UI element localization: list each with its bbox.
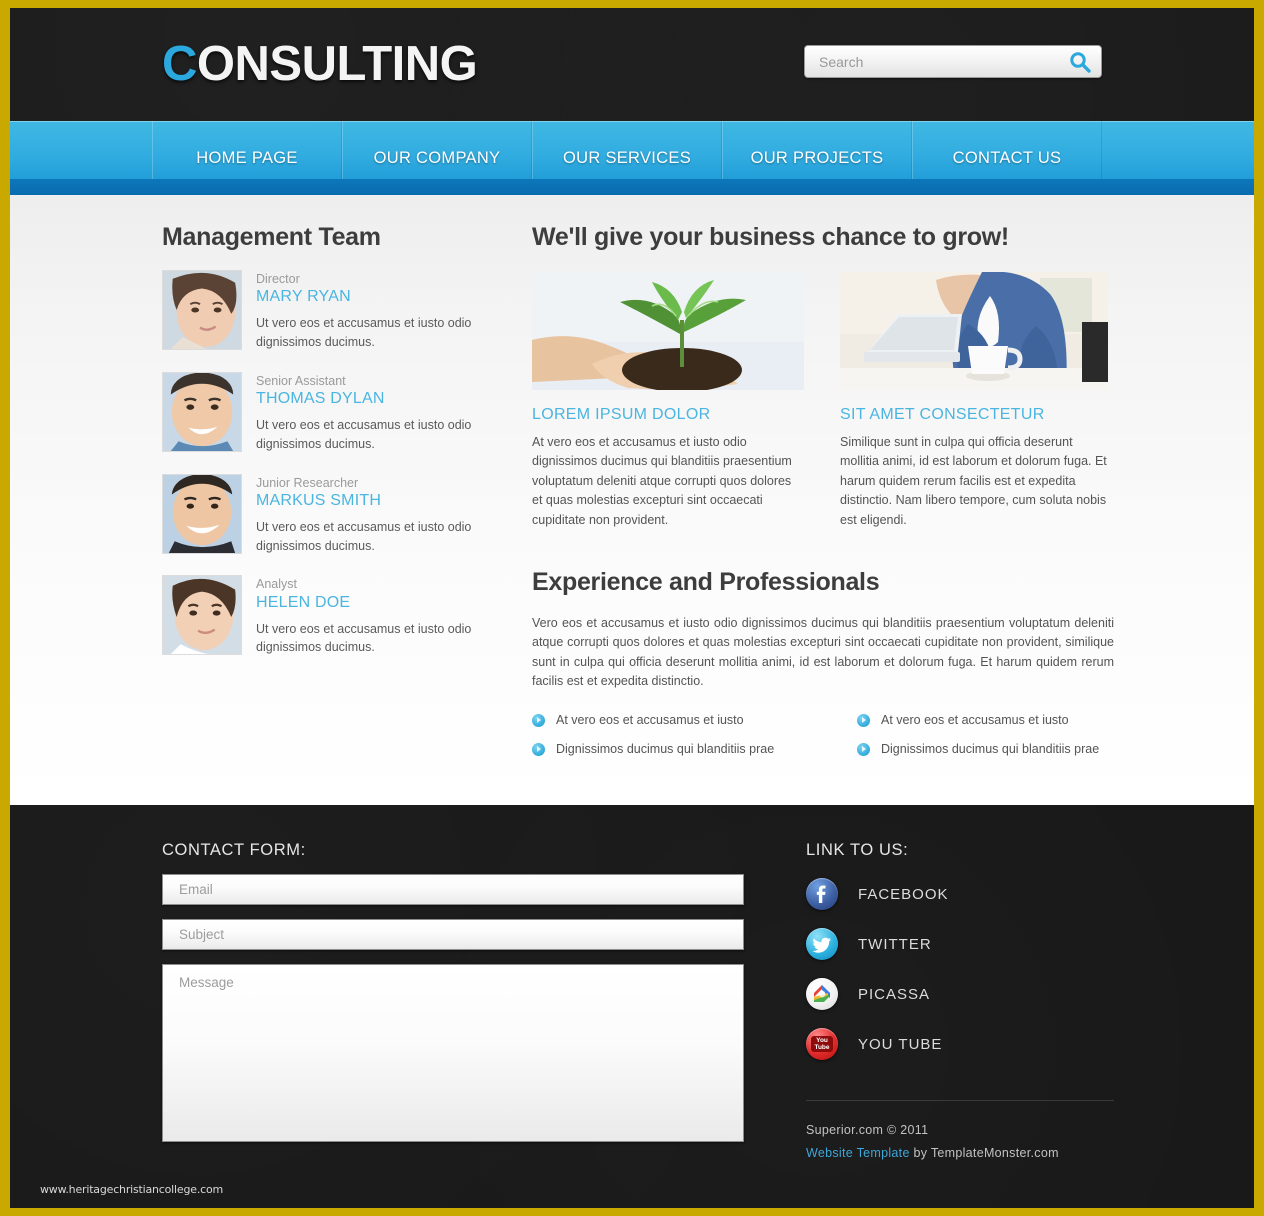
youtube-badge: You Tube: [811, 1036, 833, 1052]
promo-card: SIT AMET CONSECTETUR Similique sunt in c…: [840, 272, 1108, 530]
site-header: CONSULTING: [10, 8, 1254, 121]
website-template-link[interactable]: Website Template: [806, 1146, 910, 1160]
list-item[interactable]: At vero eos et accusamus et iusto: [857, 713, 1114, 727]
footer-divider: [806, 1100, 1114, 1101]
nav-bottom-bar: [10, 179, 1254, 195]
contact-form: CONTACT FORM:: [162, 805, 744, 1142]
avatar: [162, 575, 242, 656]
list-item-label: At vero eos et accusamus et iusto: [556, 713, 744, 728]
sidebar-title: Management Team: [162, 223, 381, 251]
list-item-label: Dignissimos ducimus qui blanditiis prae: [881, 742, 1100, 757]
member-name[interactable]: HELEN DOE: [256, 594, 474, 612]
list-item[interactable]: At vero eos et accusamus et iusto: [532, 713, 857, 727]
bullet-arrow-icon: [857, 742, 870, 756]
member-description: Ut vero eos et accusamus et iusto odio d…: [256, 519, 472, 553]
twitter-icon: [806, 928, 838, 960]
template-credit-rest: by TemplateMonster.com: [909, 1146, 1059, 1160]
social-label: TWITTER: [858, 935, 932, 953]
social-link-picassa[interactable]: PICASSA: [806, 978, 1114, 1010]
logo-initial: C: [162, 37, 197, 91]
watermark-text: www.heritagechristiancollege.com: [40, 1183, 224, 1196]
experience-text: Vero eos et accusamus et iusto odio dign…: [532, 615, 1114, 688]
team-member: Director MARY RYAN Ut vero eos et accusa…: [162, 270, 474, 352]
page-title: We'll give your business chance to grow!: [532, 223, 1009, 251]
facebook-icon: [806, 878, 838, 910]
bullet-column-right: At vero eos et accusamus et iusto Dignis…: [857, 713, 1114, 771]
contact-form-title: CONTACT FORM:: [162, 841, 306, 859]
social-label: YOU TUBE: [858, 1035, 943, 1053]
search-input[interactable]: [819, 46, 1059, 77]
bullet-column-left: At vero eos et accusamus et iusto Dignis…: [532, 713, 857, 771]
member-description: Ut vero eos et accusamus et iusto odio d…: [256, 621, 472, 655]
promo-columns: LOREM IPSUM DOLOR At vero eos et accusam…: [532, 272, 1114, 530]
list-item-label: Dignissimos ducimus qui blanditiis prae: [556, 742, 775, 757]
site-footer: CONTACT FORM: LINK TO US: FACEBOOK: [10, 805, 1254, 1208]
promo-text: Similique sunt in culpa qui officia dese…: [840, 435, 1107, 527]
bullet-arrow-icon: [532, 713, 545, 727]
avatar: [162, 270, 242, 350]
social-link-twitter[interactable]: TWITTER: [806, 928, 1114, 960]
member-name[interactable]: MARKUS SMITH: [256, 492, 474, 510]
team-member: Senior Assistant THOMAS DYLAN Ut vero eo…: [162, 371, 474, 454]
link-to-us-panel: LINK TO US: FACEBOOK TWITTER PICASSA You…: [806, 805, 1114, 1160]
social-label: FACEBOOK: [858, 885, 949, 903]
list-item-label: At vero eos et accusamus et iusto: [881, 713, 1069, 728]
youtube-icon: You Tube: [806, 1028, 838, 1060]
member-role: Analyst: [256, 577, 297, 592]
promo-card: LOREM IPSUM DOLOR At vero eos et accusam…: [532, 272, 804, 530]
site-logo[interactable]: CONSULTING: [162, 36, 478, 92]
avatar: [162, 473, 242, 554]
picassa-icon: [806, 978, 838, 1010]
member-name[interactable]: THOMAS DYLAN: [256, 390, 474, 408]
bullet-arrow-icon: [532, 742, 545, 756]
search-icon: [1070, 52, 1091, 73]
promo-title[interactable]: SIT AMET CONSECTETUR: [840, 406, 1108, 424]
social-label: PICASSA: [858, 985, 931, 1003]
search-box[interactable]: [804, 45, 1102, 78]
member-role: Junior Researcher: [256, 475, 359, 490]
bullet-arrow-icon: [857, 713, 870, 727]
team-member: Junior Researcher MARKUS SMITH Ut vero e…: [162, 473, 474, 556]
logo-text: ONSULTING: [196, 37, 478, 91]
search-button[interactable]: [1067, 50, 1093, 74]
email-field[interactable]: [162, 874, 744, 905]
feature-bullets: At vero eos et accusamus et iusto Dignis…: [532, 713, 1114, 771]
main-column: We'll give your business chance to grow!: [532, 223, 1114, 771]
member-name[interactable]: MARY RYAN: [256, 288, 474, 306]
seedling-in-hands-image: [532, 272, 804, 390]
subject-field[interactable]: [162, 919, 744, 950]
main-content: Management Team Director MARY RYAN Ut ve…: [10, 195, 1254, 805]
member-role: Senior Assistant: [256, 373, 346, 388]
management-team-sidebar: Management Team Director MARY RYAN Ut ve…: [162, 223, 474, 677]
social-link-youtube[interactable]: You Tube YOU TUBE: [806, 1028, 1114, 1060]
template-credit: Website Template by TemplateMonster.com: [806, 1146, 1114, 1160]
copyright-text: Superior.com © 2011: [806, 1123, 929, 1137]
promo-title[interactable]: LOREM IPSUM DOLOR: [532, 406, 804, 424]
link-to-us-title: LINK TO US:: [806, 841, 909, 859]
member-description: Ut vero eos et accusamus et iusto odio d…: [256, 418, 472, 451]
list-item[interactable]: Dignissimos ducimus qui blanditiis prae: [532, 742, 857, 756]
team-member: Analyst HELEN DOE Ut vero eos et accusam…: [162, 575, 474, 657]
member-description: Ut vero eos et accusamus et iusto odio d…: [256, 316, 472, 349]
experience-heading: Experience and Professionals: [532, 567, 880, 596]
main-navigation: HOME PAGE OUR COMPANY OUR SERVICES OUR P…: [10, 121, 1254, 195]
promo-text: At vero eos et accusamus et iusto odio d…: [532, 435, 792, 527]
message-field[interactable]: [162, 964, 744, 1142]
man-at-laptop-image: [840, 272, 1108, 390]
social-link-facebook[interactable]: FACEBOOK: [806, 878, 1114, 910]
list-item[interactable]: Dignissimos ducimus qui blanditiis prae: [857, 742, 1114, 756]
member-role: Director: [256, 272, 300, 286]
page-frame: CONSULTING HOME PAGE OUR COMPANY OUR SER…: [10, 8, 1254, 1208]
avatar: [162, 371, 242, 452]
